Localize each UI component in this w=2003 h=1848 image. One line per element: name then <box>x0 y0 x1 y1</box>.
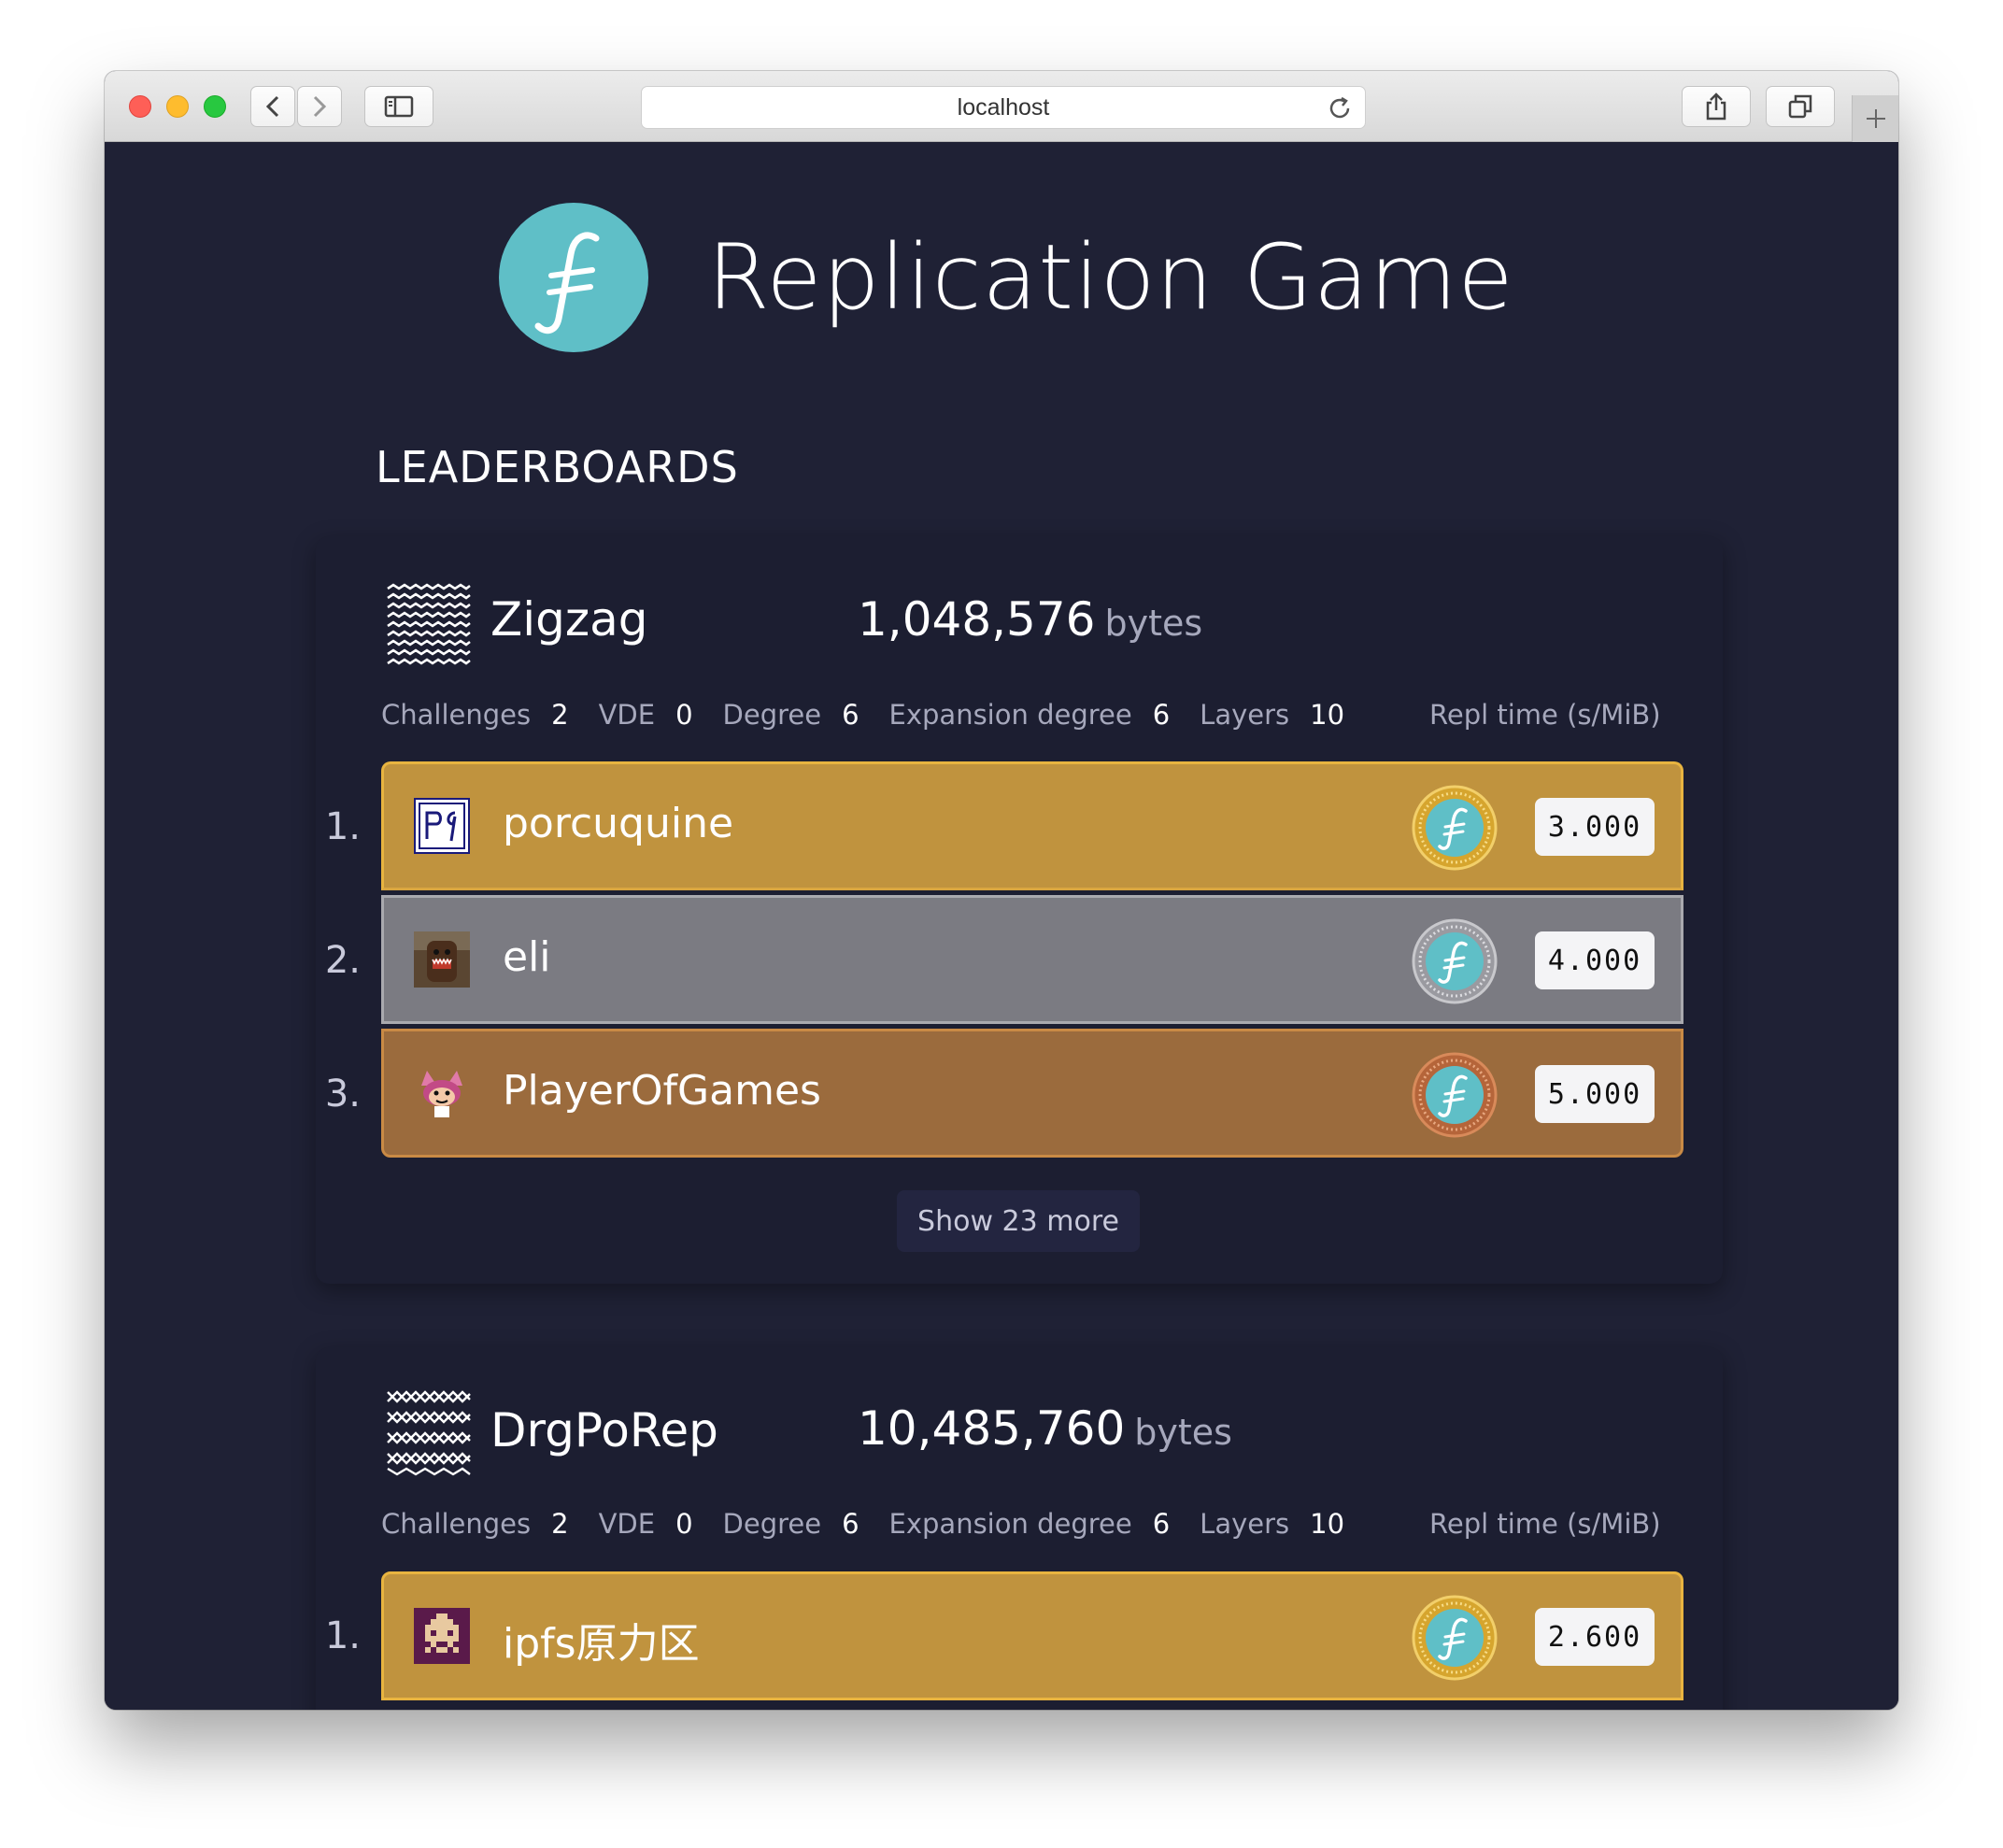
domo-avatar <box>414 931 470 988</box>
repl-time-score: 5.000 <box>1535 1065 1655 1123</box>
player-name: porcuquine <box>503 800 734 847</box>
chevron-right-icon <box>313 95 327 118</box>
param-label: Challenges <box>381 1508 532 1540</box>
leaderboard-row[interactable]: ipfs原力区 2.600 <box>381 1571 1683 1700</box>
close-window-button[interactable] <box>129 95 151 118</box>
param-label: Expansion degree <box>888 1508 1132 1540</box>
param-label: VDE <box>598 1508 656 1540</box>
url-text: localhost <box>957 93 1050 121</box>
param-value: 6 <box>842 1508 859 1540</box>
parameters-row: Challenges 2 VDE 0 Degree 6 Expansion degre… <box>381 699 1374 731</box>
score-column-header: Repl time (s/MiB) <box>1429 1508 1661 1540</box>
address-bar[interactable]: localhost <box>641 86 1366 129</box>
zoom-window-button[interactable] <box>204 95 226 118</box>
plus-icon <box>1866 109 1885 128</box>
score-column-header: Repl time (s/MiB) <box>1429 699 1661 731</box>
graph-size-unit: bytes <box>1104 603 1203 644</box>
player-name: PlayerOfGames <box>503 1067 821 1115</box>
graph-size: 10,485,760 bytes <box>858 1401 1232 1456</box>
param-value: 10 <box>1310 699 1345 731</box>
show-more-button[interactable]: Show 23 more <box>897 1190 1140 1252</box>
share-button[interactable] <box>1682 86 1751 127</box>
param-label: Challenges <box>381 699 532 731</box>
param-value: 6 <box>842 699 859 731</box>
gold-medal-icon <box>1412 785 1498 871</box>
pq-avatar <box>414 798 470 854</box>
repl-time-score: 4.000 <box>1535 931 1655 989</box>
tabs-overview-button[interactable] <box>1766 86 1835 127</box>
reload-icon[interactable] <box>1326 94 1354 122</box>
pixel-invader-avatar <box>414 1608 470 1664</box>
leaderboard-row[interactable]: porcuquine 3.000 <box>381 761 1683 890</box>
graph-size: 1,048,576 bytes <box>858 592 1202 647</box>
param-label: Expansion degree <box>888 699 1132 731</box>
param-value: 2 <box>551 1508 569 1540</box>
player-name: ipfs原力区 <box>503 1620 700 1668</box>
rank-number: 3. <box>324 1073 361 1116</box>
sidebar-icon <box>384 95 414 118</box>
zigzag-pattern-icon <box>387 583 471 665</box>
bronze-medal-icon <box>1412 1052 1498 1138</box>
rank-number: 2. <box>324 939 361 982</box>
tabs-icon <box>1788 94 1812 119</box>
new-tab-button[interactable] <box>1852 95 1898 142</box>
cat-avatar <box>421 1071 462 1117</box>
param-value: 0 <box>675 1508 693 1540</box>
param-label: VDE <box>598 699 656 731</box>
graph-size-value: 10,485,760 <box>858 1401 1126 1456</box>
back-button[interactable] <box>250 86 295 127</box>
param-value: 0 <box>675 699 693 731</box>
graph-size-value: 1,048,576 <box>858 592 1096 647</box>
silver-medal-icon <box>1412 918 1498 1004</box>
leaderboard-name: DrgPoRep <box>490 1403 718 1457</box>
param-value: 10 <box>1310 1508 1345 1540</box>
leaderboard-row[interactable]: eli 4.000 <box>381 895 1683 1024</box>
drg-pattern-icon <box>387 1390 471 1476</box>
repl-time-score: 2.600 <box>1535 1608 1655 1666</box>
parameters-row: Challenges 2 VDE 0 Degree 6 Expansion degre… <box>381 1508 1374 1540</box>
param-value: 6 <box>1152 699 1171 731</box>
leaderboard-row[interactable]: PlayerOfGames 5.000 <box>381 1029 1683 1158</box>
param-label: Layers <box>1200 699 1290 731</box>
param-label: Degree <box>722 1508 822 1540</box>
param-value: 2 <box>551 699 569 731</box>
leaderboard-name: Zigzag <box>490 592 648 647</box>
repl-time-score: 3.000 <box>1535 798 1655 856</box>
rank-number: 1. <box>324 1614 361 1657</box>
sidebar-button[interactable] <box>364 86 433 127</box>
param-label: Degree <box>722 699 822 731</box>
gold-medal-icon <box>1412 1595 1498 1681</box>
graph-size-unit: bytes <box>1134 1412 1232 1453</box>
browser-toolbar: localhost <box>105 71 1898 142</box>
share-icon <box>1706 92 1726 121</box>
param-value: 6 <box>1152 1508 1171 1540</box>
forward-button[interactable] <box>297 86 342 127</box>
chevron-left-icon <box>265 95 279 118</box>
param-label: Layers <box>1200 1508 1290 1540</box>
minimize-window-button[interactable] <box>166 95 189 118</box>
player-name: eli <box>503 933 551 981</box>
rank-number: 1. <box>324 805 361 848</box>
